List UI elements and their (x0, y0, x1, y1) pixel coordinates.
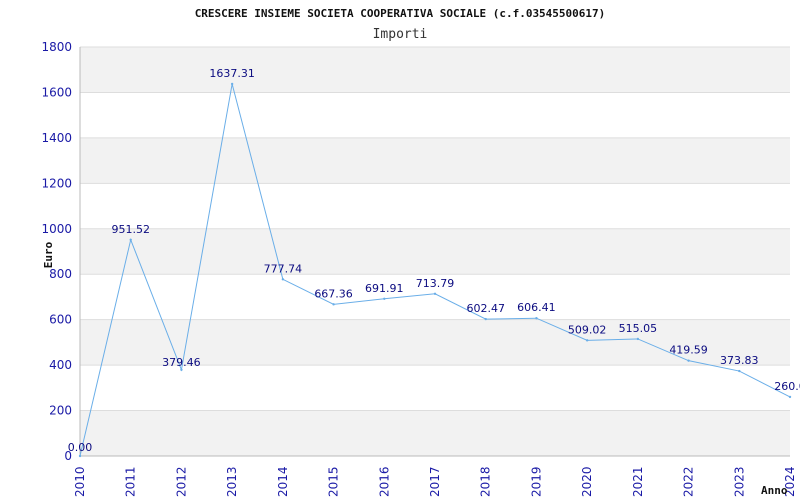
data-point (78, 454, 82, 458)
data-point (585, 339, 589, 342)
data-label: 419.59 (669, 344, 708, 357)
x-tick-labels: 2010 2011 2012 2013 2014 2015 2016 2017 2018 2019… (73, 466, 797, 497)
data-label: 260.0 (774, 380, 800, 393)
y-tick-label: 200 (49, 404, 72, 418)
x-tick-label: 2012 (174, 466, 188, 497)
data-label: 667.36 (314, 287, 353, 300)
x-tick-label: 2018 (479, 466, 493, 497)
x-tick-label: 2014 (276, 466, 290, 497)
y-tick-label: 1800 (41, 40, 72, 54)
x-axis-label: Anno (761, 484, 788, 497)
y-tick-label: 1200 (41, 176, 72, 190)
data-point (788, 395, 792, 399)
data-label: 373.83 (720, 354, 759, 367)
chart-title: CRESCERE INSIEME SOCIETA COOPERATIVA SOC… (195, 7, 606, 20)
data-label: 713.79 (416, 277, 455, 290)
data-point (636, 337, 640, 341)
data-point (129, 238, 132, 241)
chart-subtitle: Importi (373, 27, 428, 42)
y-tick-label: 800 (49, 267, 72, 281)
data-label: 606.41 (517, 301, 556, 314)
data-point (687, 359, 690, 362)
x-tick-label: 2021 (631, 466, 645, 497)
data-label: 691.91 (365, 282, 404, 295)
y-tick-label: 1400 (41, 131, 72, 145)
y-tick-label: 400 (49, 358, 72, 372)
x-tick-label: 2019 (529, 466, 543, 497)
grid-band (80, 137, 790, 184)
data-label: 379.46 (162, 356, 201, 369)
data-label: 777.74 (264, 262, 303, 275)
grid-bands (80, 47, 790, 456)
data-label: 0.00 (68, 441, 93, 454)
data-point (738, 369, 741, 373)
x-tick-label: 2010 (73, 466, 87, 497)
x-tick-label: 2017 (428, 466, 442, 497)
y-axis-label: Euro (42, 241, 55, 268)
data-point (433, 292, 437, 296)
data-label: 951.52 (111, 223, 150, 236)
x-tick-label: 2013 (225, 466, 239, 497)
data-label: 509.02 (568, 323, 607, 336)
x-tick-label: 2015 (327, 466, 341, 497)
data-label: 515.05 (619, 322, 658, 335)
data-point (535, 317, 538, 320)
x-tick-label: 2011 (124, 466, 138, 497)
data-point (281, 278, 285, 281)
line-chart: CRESCERE INSIEME SOCIETA COOPERATIVA SOC… (41, 7, 800, 497)
data-point (332, 303, 335, 306)
grid-band (80, 47, 790, 93)
y-tick-label: 1000 (41, 222, 72, 236)
data-label: 1637.31 (209, 67, 255, 80)
x-tick-label: 2020 (580, 466, 594, 497)
data-label: 602.47 (466, 302, 505, 315)
x-tick-label: 2023 (732, 466, 746, 497)
x-tick-label: 2022 (682, 466, 696, 497)
grid-band (80, 228, 790, 275)
data-point (484, 317, 487, 321)
y-tick-label: 600 (49, 313, 72, 327)
data-point (230, 82, 234, 86)
chart-container: CRESCERE INSIEME SOCIETA COOPERATIVA SOC… (0, 0, 800, 500)
data-point (180, 368, 183, 371)
data-point (383, 297, 386, 300)
x-tick-label: 2016 (377, 466, 391, 497)
y-tick-label: 1600 (41, 85, 72, 99)
grid-band (80, 410, 790, 456)
